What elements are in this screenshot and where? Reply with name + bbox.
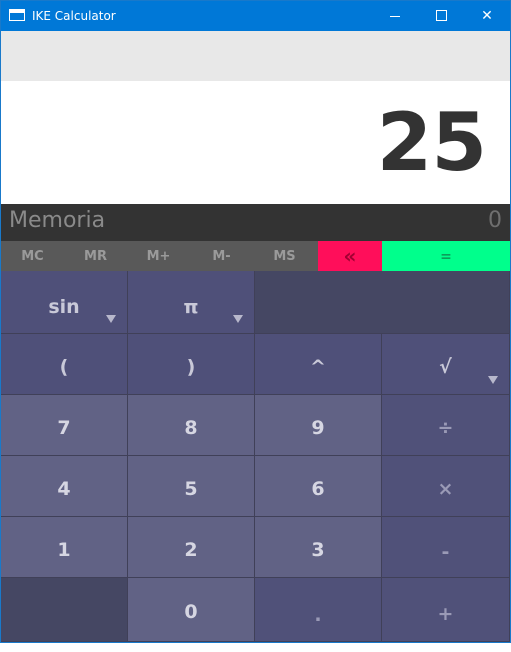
- equals-button[interactable]: =: [382, 241, 510, 271]
- sqrt-button[interactable]: √: [382, 334, 510, 395]
- sin-button[interactable]: sin: [1, 271, 128, 334]
- window-title: IKE Calculator: [32, 9, 116, 23]
- digit-0-button[interactable]: 0: [128, 578, 255, 642]
- digit-7-button[interactable]: 7: [1, 395, 128, 456]
- digit-2-button[interactable]: 2: [128, 517, 255, 578]
- app-icon: [9, 9, 25, 21]
- sin-label: sin: [48, 296, 80, 318]
- minimize-button[interactable]: [372, 1, 418, 31]
- memory-button-row: MC MR M+ M- MS « =: [1, 241, 510, 271]
- digit-5-button[interactable]: 5: [128, 456, 255, 517]
- dropdown-arrow-icon: [488, 376, 498, 384]
- memory-bar: Memoria 0: [1, 204, 510, 241]
- backspace-button[interactable]: «: [318, 241, 382, 271]
- display-value: 25: [376, 96, 487, 189]
- open-paren-button[interactable]: (: [1, 334, 128, 395]
- digit-4-button[interactable]: 4: [1, 456, 128, 517]
- memory-add-button[interactable]: M+: [127, 241, 190, 271]
- pi-button[interactable]: π: [128, 271, 255, 334]
- close-paren-button[interactable]: ): [128, 334, 255, 395]
- empty-key: [1, 578, 128, 642]
- result-display: 25: [1, 81, 510, 204]
- power-button[interactable]: ^: [255, 334, 382, 395]
- dropdown-arrow-icon: [106, 315, 116, 323]
- memory-subtract-button[interactable]: M-: [190, 241, 253, 271]
- close-button[interactable]: ✕: [464, 1, 510, 31]
- maximize-button[interactable]: [418, 1, 464, 31]
- maximize-icon: [435, 9, 447, 21]
- decimal-button[interactable]: .: [255, 578, 382, 642]
- memory-value: 0: [488, 208, 502, 233]
- digit-9-button[interactable]: 9: [255, 395, 382, 456]
- dropdown-arrow-icon: [233, 315, 243, 323]
- empty-function-area: [255, 271, 510, 334]
- multiply-button[interactable]: ×: [382, 456, 510, 517]
- minus-button[interactable]: -: [382, 517, 510, 578]
- memory-clear-button[interactable]: MC: [1, 241, 64, 271]
- title-bar[interactable]: IKE Calculator ✕: [1, 1, 510, 31]
- calculator-window: IKE Calculator ✕ 25 Memoria 0 MC MR M+ M…: [0, 0, 511, 643]
- digit-1-button[interactable]: 1: [1, 517, 128, 578]
- sqrt-label: √: [439, 356, 452, 378]
- divide-button[interactable]: ÷: [382, 395, 510, 456]
- minimize-icon: [390, 15, 400, 17]
- memory-store-button[interactable]: MS: [253, 241, 316, 271]
- plus-button[interactable]: +: [382, 578, 510, 642]
- digit-3-button[interactable]: 3: [255, 517, 382, 578]
- pi-label: π: [183, 296, 199, 318]
- digit-8-button[interactable]: 8: [128, 395, 255, 456]
- memory-label: Memoria: [9, 208, 106, 233]
- memory-recall-button[interactable]: MR: [64, 241, 127, 271]
- history-area: [1, 31, 510, 81]
- digit-6-button[interactable]: 6: [255, 456, 382, 517]
